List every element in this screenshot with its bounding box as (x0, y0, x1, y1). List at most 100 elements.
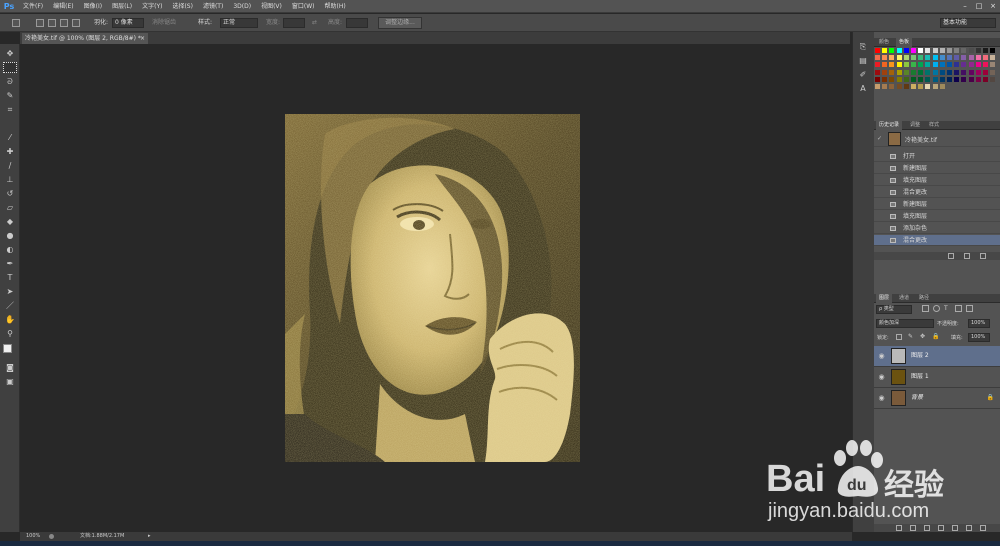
quick-selection-tool-icon[interactable]: ✎ (3, 90, 17, 101)
filter-pixel-icon[interactable] (922, 305, 929, 312)
menu-item[interactable]: 帮助(H) (320, 0, 351, 13)
new-selection-icon[interactable] (36, 19, 44, 27)
status-menu-icon[interactable]: ▸ (148, 532, 151, 541)
swatch[interactable] (911, 48, 916, 53)
type-tool-icon[interactable]: T (3, 272, 17, 283)
history-step[interactable]: 填充图层 (874, 211, 1000, 222)
brush-tool-icon[interactable]: ∕ (3, 160, 17, 171)
swatch[interactable] (896, 62, 902, 68)
menu-item[interactable]: 滤镜(T) (198, 0, 228, 13)
swatch[interactable] (990, 76, 996, 82)
swatch[interactable] (918, 48, 924, 53)
lock-position-icon[interactable]: ✥ (920, 334, 926, 340)
swatch[interactable] (911, 84, 916, 89)
tab-adjustments[interactable]: 调整 (907, 121, 923, 130)
rectangular-marquee-tool-icon[interactable] (3, 62, 17, 73)
swatch[interactable] (990, 62, 996, 68)
swap-icon[interactable]: ⇄ (312, 18, 317, 28)
swatch[interactable] (975, 76, 981, 82)
healing-brush-tool-icon[interactable]: ✚ (3, 146, 17, 157)
swatch[interactable] (875, 48, 880, 53)
swatch[interactable] (983, 76, 988, 82)
swatch[interactable] (939, 62, 945, 68)
layer-row[interactable]: ◉ 图层 1 (874, 367, 1000, 388)
tab-close-icon[interactable]: × (140, 33, 145, 44)
swatch[interactable] (896, 76, 902, 82)
history-step[interactable]: 新建图层 (874, 199, 1000, 210)
swatch[interactable] (947, 48, 952, 53)
foreground-color-swatch[interactable] (3, 344, 12, 353)
swatch[interactable] (896, 84, 902, 89)
fill-input[interactable]: 100% (968, 333, 990, 342)
swatch[interactable] (882, 55, 888, 61)
swatch[interactable] (903, 48, 909, 53)
tab-paths[interactable]: 路径 (916, 294, 932, 303)
swatch[interactable] (875, 55, 880, 61)
opacity-input[interactable]: 100% (968, 319, 990, 328)
swatch[interactable] (975, 69, 981, 75)
intersect-selection-icon[interactable] (72, 19, 80, 27)
swatch[interactable] (968, 62, 974, 68)
swatch[interactable] (925, 69, 931, 75)
blend-mode-select[interactable]: 颜色加深 (876, 319, 934, 328)
menu-item[interactable]: 3D(D) (228, 0, 256, 13)
swatch[interactable] (932, 84, 938, 89)
swatch[interactable] (961, 55, 967, 61)
layer-name[interactable]: 背景 (911, 393, 923, 403)
lock-image-icon[interactable]: ✎ (908, 334, 914, 340)
zoom-level[interactable]: 100% (26, 532, 40, 541)
document-image[interactable] (285, 114, 580, 462)
swatch[interactable] (947, 55, 952, 61)
swatch[interactable] (932, 55, 938, 61)
swatch[interactable] (932, 76, 938, 82)
swatch[interactable] (983, 48, 988, 53)
swatch[interactable] (889, 55, 895, 61)
quick-mask-icon[interactable]: ◙ (3, 362, 17, 373)
swatch[interactable] (889, 76, 895, 82)
history-step[interactable]: 混合更改 (874, 187, 1000, 198)
status-info-icon[interactable] (49, 534, 54, 539)
swatch[interactable] (918, 84, 924, 89)
swatch[interactable] (925, 76, 931, 82)
filter-adjustment-icon[interactable] (933, 305, 940, 312)
swatch[interactable] (939, 84, 945, 89)
swatch[interactable] (925, 48, 931, 53)
tab-color[interactable]: 颜色 (876, 38, 892, 47)
close-icon[interactable]: × (988, 2, 998, 11)
subtract-selection-icon[interactable] (60, 19, 68, 27)
width-input[interactable] (283, 18, 305, 28)
blur-tool-icon[interactable]: ● (3, 230, 17, 241)
swatch[interactable] (939, 76, 945, 82)
swatch[interactable] (918, 62, 924, 68)
menu-item[interactable]: 窗口(W) (287, 0, 320, 13)
screen-mode-icon[interactable]: ▣ (3, 376, 17, 387)
history-step[interactable]: 添加杂色 (874, 223, 1000, 234)
swatch[interactable] (983, 69, 988, 75)
swatch[interactable] (954, 48, 960, 53)
hand-tool-icon[interactable]: ✋ (3, 314, 17, 325)
swatch[interactable] (911, 69, 916, 75)
visibility-eye-icon[interactable]: ◉ (877, 352, 886, 361)
swatch[interactable] (947, 76, 952, 82)
crop-tool-icon[interactable]: ⌗ (3, 104, 17, 115)
swatch[interactable] (954, 62, 960, 68)
swatch[interactable] (990, 48, 996, 53)
swatch[interactable] (968, 55, 974, 61)
feather-input[interactable]: 0 像素 (112, 18, 144, 28)
swatch[interactable] (975, 62, 981, 68)
swatch[interactable] (975, 55, 981, 61)
swatch[interactable] (990, 55, 996, 61)
swatch[interactable] (954, 55, 960, 61)
swatch[interactable] (968, 76, 974, 82)
height-input[interactable] (346, 18, 368, 28)
swatch[interactable] (961, 48, 967, 53)
swatch[interactable] (954, 69, 960, 75)
swatch[interactable] (882, 48, 888, 53)
move-tool-icon[interactable]: ✥ (3, 48, 17, 59)
swatch[interactable] (925, 62, 931, 68)
swatch[interactable] (918, 76, 924, 82)
swatch[interactable] (875, 69, 880, 75)
dodge-tool-icon[interactable]: ◐ (3, 244, 17, 255)
swatch[interactable] (947, 62, 952, 68)
history-step[interactable]: 打开 (874, 151, 1000, 162)
